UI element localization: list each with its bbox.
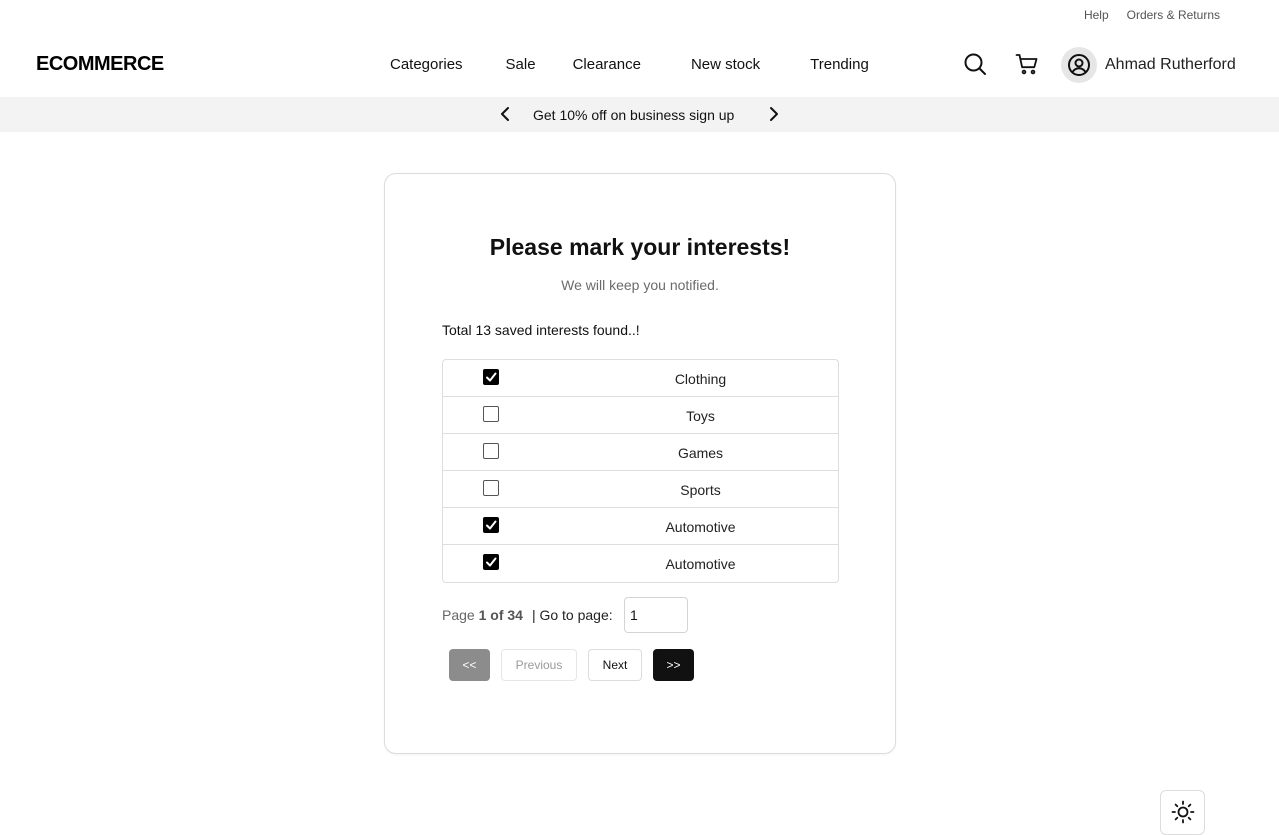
interest-label: Games (677, 445, 724, 461)
cart-button[interactable] (1015, 52, 1039, 76)
user-circle-icon (1068, 54, 1090, 76)
username[interactable]: Ahmad Rutherford (1105, 56, 1236, 74)
last-page-button[interactable]: >> (653, 649, 694, 681)
interests-card: Please mark your interests! We will keep… (384, 173, 896, 754)
interest-row: Automotive (443, 508, 838, 545)
theme-toggle-button[interactable] (1160, 790, 1205, 835)
promo-next-button[interactable] (766, 106, 782, 122)
interest-row: Clothing (443, 360, 838, 397)
page-subtitle: We will keep you notified. (561, 277, 719, 293)
nav-item-new-stock[interactable]: New stock (691, 56, 760, 73)
interest-row: Sports (443, 471, 838, 508)
total-interests-text: Total 13 saved interests found..! (442, 322, 640, 338)
interest-label: Clothing (674, 371, 727, 387)
main-nav: Categories Sale Clearance New stock Tren… (390, 56, 869, 73)
interest-label: Automotive (665, 519, 736, 535)
nav-item-clearance[interactable]: Clearance (573, 56, 641, 73)
chevron-left-icon (501, 107, 509, 121)
promo-text: Get 10% off on business sign up (533, 107, 735, 123)
checkmark-icon (486, 520, 497, 530)
main-header: ECOMMERCE Categories Sale Clearance New … (0, 30, 1279, 97)
interest-label: Sports (680, 482, 721, 498)
interest-checkbox[interactable] (483, 406, 499, 422)
chevron-right-icon (770, 107, 778, 121)
nav-item-trending[interactable]: Trending (810, 56, 869, 73)
interest-checkbox[interactable] (483, 480, 499, 496)
interest-checkbox[interactable] (483, 443, 499, 459)
site-logo[interactable]: ECOMMERCE (36, 53, 164, 76)
page-prefix: Page (442, 607, 475, 623)
search-button[interactable] (963, 52, 987, 76)
nav-item-categories[interactable]: Categories (390, 56, 463, 73)
interest-label: Toys (686, 408, 715, 424)
checkmark-icon (486, 557, 497, 567)
help-link[interactable]: Help (1084, 8, 1109, 22)
previous-page-button[interactable]: Previous (501, 649, 577, 681)
interest-checkbox[interactable] (483, 369, 499, 385)
page-current: 1 of 34 (478, 607, 523, 623)
top-utility-bar: Help Orders & Returns (0, 0, 1279, 30)
interest-label: Automotive (665, 556, 736, 572)
page-indicator: Page 1 of 34 | Go to page: (442, 607, 613, 623)
page-title: Please mark your interests! (489, 234, 791, 260)
promo-banner: Get 10% off on business sign up (0, 97, 1279, 132)
search-icon (964, 53, 986, 75)
nav-item-sale[interactable]: Sale (506, 56, 536, 73)
utility-links: Help Orders & Returns (1084, 8, 1220, 22)
checkmark-icon (486, 372, 497, 382)
goto-page-input[interactable] (624, 597, 688, 633)
orders-returns-link[interactable]: Orders & Returns (1127, 8, 1220, 22)
interest-checkbox[interactable] (483, 554, 499, 570)
interest-row: Games (443, 434, 838, 471)
cart-icon (1015, 54, 1038, 75)
avatar[interactable] (1061, 47, 1097, 83)
interest-row: Automotive (443, 545, 838, 582)
interest-checkbox[interactable] (483, 517, 499, 533)
interests-table: Clothing Toys Games Sports Automotive Automot… (442, 359, 839, 583)
sun-icon (1171, 800, 1194, 824)
promo-prev-button[interactable] (497, 106, 513, 122)
interest-row: Toys (443, 397, 838, 434)
next-page-button[interactable]: Next (588, 649, 642, 681)
goto-label: | Go to page: (531, 607, 613, 623)
first-page-button[interactable]: << (449, 649, 490, 681)
